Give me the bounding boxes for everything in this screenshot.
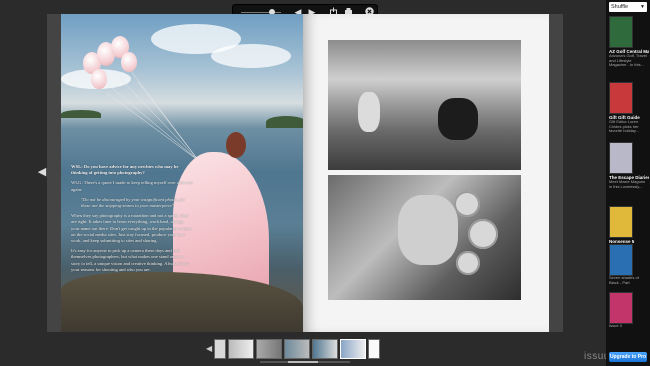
interview-question: WSL: Do you have advice for any newbies … [71,164,179,176]
page-thumbnail[interactable] [228,339,254,359]
previous-page-arrow-icon[interactable]: ◀ [37,164,47,180]
publication-item[interactable]: AZ Golf Central Magazine Arizona's Golf,… [609,16,649,68]
page-thumbnail[interactable] [312,339,338,359]
balloon-strings [100,70,200,162]
woman-figure [358,92,380,132]
publication-description: Issue 3 [609,323,622,328]
publication-cover[interactable] [609,16,633,48]
man-figure [438,98,478,140]
recommendations-sidebar: Shuffle ▼ AZ Golf Central Magazine Arizo… [606,0,650,366]
island [61,110,101,118]
shuffle-dropdown-value: Shuffle [611,4,629,10]
page-thumbnail[interactable] [256,339,282,359]
coral [454,191,480,217]
coral [456,251,480,275]
publication-cover[interactable] [609,292,633,324]
interview-body: It's easy for anyone to pick up a camera… [71,248,190,272]
publication-cover[interactable] [609,142,633,174]
publication-item[interactable]: Issue 3 [609,292,649,329]
upgrade-to-pro-button[interactable]: Upgrade to Pro [609,352,647,362]
page-thumbnail[interactable] [368,339,380,359]
publication-cover[interactable] [609,244,633,276]
photo-couple-in-water [328,40,521,170]
face [398,195,458,265]
page-thumbnail[interactable] [284,339,310,359]
publication-description: Meet Maxie Magunn in this Lovelessly... [609,179,646,189]
right-page[interactable] [303,14,549,332]
woman-head [226,132,246,158]
publication-item[interactable]: Gift Gift Guide Gift Editor Loren Chides… [609,82,649,134]
page-thumbnail[interactable] [214,339,226,359]
magazine-spread: WSL: Do you have advice for any newbies … [47,14,563,332]
coral [468,219,498,249]
publication-cover[interactable] [609,206,633,238]
cloud [211,44,291,68]
page-stack-right [549,14,563,332]
page-position-indicator [260,361,350,363]
interview-body: When they say photography is a marathon … [71,213,192,244]
thumbnail-prev-icon[interactable]: ◀ [206,342,214,356]
chevron-down-icon: ▼ [640,4,645,10]
page-thumbnail-current[interactable] [340,339,366,359]
publication-viewer: ◀ ▶ ◀ ▶ |◀ ▶| [0,0,609,366]
thumbnail-strip: ◀ [206,339,384,360]
shuffle-dropdown[interactable]: Shuffle ▼ [609,2,647,12]
left-page[interactable]: WSL: Do you have advice for any newbies … [61,14,303,332]
interview-text: WSL: Do you have advice for any newbies … [71,164,193,277]
publication-description: Seven shades of Black - Part [609,275,639,285]
publication-description: Gift Editor Loren Chides picks her favor… [609,119,639,134]
publication-item[interactable]: Nonsense 5 [609,206,649,244]
page-position-marker [288,361,318,363]
publication-item[interactable]: The Escape Diaries Meet Maxie Magunn in … [609,142,649,189]
publication-description: Arizona's Golf, Travel and Lifestyle Mag… [609,53,647,68]
zoom-slider-track[interactable] [241,12,281,13]
publication-item[interactable]: Seven shades of Black - Part [609,244,649,285]
page-stack-left [47,14,61,332]
island [266,116,303,128]
photo-portrait-with-coral [328,175,521,300]
interview-answer-intro: WLG: There's a quote I made to keep tell… [71,180,193,192]
pull-quote: "Do not be discouraged by your insignifi… [81,196,186,209]
publication-cover[interactable] [609,82,633,114]
